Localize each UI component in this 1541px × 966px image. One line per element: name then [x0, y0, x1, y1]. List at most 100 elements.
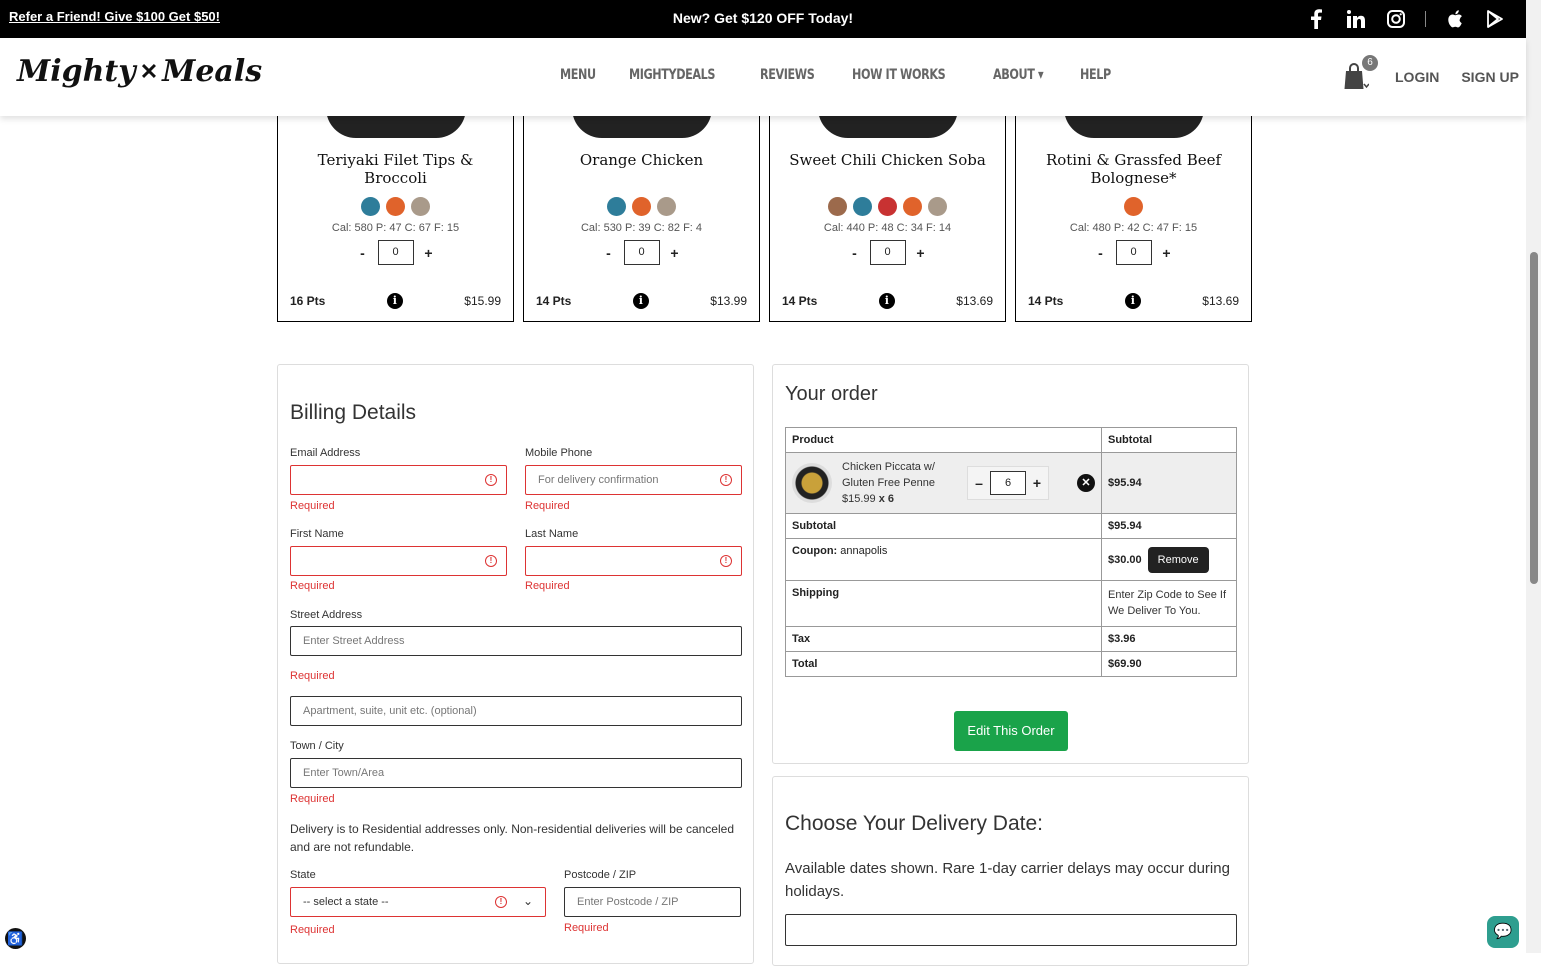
accessibility-icon[interactable]: ♿ — [5, 928, 26, 949]
product-grid: Teriyaki Filet Tips & Broccoli Cal: 580 P… — [277, 108, 1252, 322]
item-multiplier: x 6 — [878, 493, 895, 505]
state-select[interactable]: -- select a state -- ! ⌄ — [290, 887, 546, 917]
zip-placeholder: Enter Postcode / ZIP — [577, 896, 679, 908]
quantity-stepper: -0 + — [524, 240, 759, 265]
social-divider — [1425, 11, 1426, 27]
decrease-button[interactable]: - — [848, 245, 862, 261]
street-address-field[interactable]: Enter Street Address — [290, 626, 742, 656]
product-macros: Cal: 580 P: 47 C: 67 F: 15 — [331, 222, 460, 234]
nav-mightydeals[interactable]: MIGHTYDEALS — [629, 67, 715, 83]
refer-link[interactable]: Refer a Friend! Give $100 Get $50! — [9, 9, 220, 24]
scrollbar-thumb[interactable] — [1530, 252, 1538, 584]
increase-button[interactable]: + — [1026, 467, 1048, 499]
page-scrollbar[interactable] — [1526, 0, 1541, 953]
increase-button[interactable]: + — [668, 245, 682, 261]
diet-badge-icon — [657, 197, 676, 216]
order-table: Product Subtotal Chicken Piccata w/ Glut… — [785, 427, 1237, 677]
info-icon[interactable]: i — [386, 293, 403, 309]
increase-button[interactable]: + — [914, 245, 928, 261]
google-play-icon[interactable] — [1484, 8, 1506, 30]
nav-menu[interactable]: MENU — [560, 67, 596, 83]
state-label: State — [290, 869, 316, 881]
quantity-input[interactable]: 0 — [377, 240, 414, 265]
diet-badge-icon — [632, 197, 651, 216]
your-order-panel: Your order Product Subtotal Chicken Picc… — [772, 364, 1249, 764]
diet-icons — [524, 197, 759, 216]
quantity-input[interactable]: 0 — [1115, 240, 1152, 265]
email-field[interactable]: ! — [290, 465, 507, 495]
street-required: Required — [290, 670, 335, 682]
quantity-stepper: -0 + — [770, 240, 1005, 265]
delivery-date-field[interactable] — [785, 914, 1237, 946]
instagram-icon[interactable] — [1385, 8, 1407, 30]
coupon-code: annapolis — [840, 545, 888, 557]
cart-count-badge: 6 — [1362, 55, 1378, 71]
increase-button[interactable]: + — [1160, 245, 1174, 261]
product-card: Orange Chicken Cal: 530 P: 39 C: 82 F: 4 -… — [523, 108, 760, 322]
first-name-required: Required — [290, 580, 335, 592]
item-unit-price: $15.99 — [842, 493, 876, 505]
decrease-button[interactable]: - — [602, 245, 616, 261]
nav-reviews[interactable]: REVIEWS — [760, 67, 815, 83]
nav-how-it-works[interactable]: HOW IT WORKS — [852, 67, 946, 83]
info-icon[interactable]: i — [1124, 293, 1141, 309]
facebook-icon[interactable] — [1305, 8, 1327, 30]
last-name-field[interactable]: ! — [525, 546, 742, 576]
product-name[interactable]: Rotini & Grassfed Beef Bolognese* — [1024, 151, 1243, 187]
chat-icon[interactable]: 💬 — [1487, 916, 1519, 948]
product-card: Rotini & Grassfed Beef Bolognese* Cal: 48… — [1015, 108, 1252, 322]
item-description: Chicken Piccata w/ Gluten Free Penne $15… — [842, 459, 937, 507]
product-name[interactable]: Orange Chicken — [532, 151, 751, 169]
col-product-header: Product — [785, 427, 1102, 453]
site-header: Mighty ✕ Meals MENU MIGHTYDEALS REVIEWS … — [0, 38, 1526, 116]
town-label: Town / City — [290, 740, 344, 752]
first-name-field[interactable]: ! — [290, 546, 507, 576]
diet-badge-icon — [878, 197, 897, 216]
site-logo[interactable]: Mighty ✕ Meals — [17, 54, 262, 89]
zip-field[interactable]: Enter Postcode / ZIP — [564, 887, 741, 917]
points: 14 Pts — [536, 294, 572, 308]
product-macros: Cal: 440 P: 48 C: 34 F: 14 — [823, 222, 952, 234]
login-link[interactable]: LOGIN — [1395, 69, 1439, 85]
increase-button[interactable]: + — [422, 245, 436, 261]
decrease-button[interactable]: – — [968, 467, 990, 499]
last-name-required: Required — [525, 580, 570, 592]
cart-button[interactable]: 6 — [1343, 55, 1378, 92]
remove-item-icon[interactable]: ✕ — [1077, 474, 1095, 492]
quantity-input[interactable]: 6 — [990, 471, 1026, 495]
remove-coupon-button[interactable]: Remove — [1147, 546, 1209, 573]
card-footer: 16 Pts i $15.99 — [290, 293, 501, 309]
quantity-input[interactable]: 0 — [623, 240, 660, 265]
diet-badge-icon — [386, 197, 405, 216]
col-subtotal-header: Subtotal — [1101, 427, 1237, 453]
product-name[interactable]: Sweet Chili Chicken Soba — [778, 151, 997, 169]
quantity-input[interactable]: 0 — [869, 240, 906, 265]
decrease-button[interactable]: - — [356, 245, 370, 261]
decrease-button[interactable]: - — [1094, 245, 1108, 261]
chevron-down-icon: ⌄ — [522, 894, 533, 908]
info-icon[interactable]: i — [878, 293, 895, 309]
social-links — [1305, 8, 1506, 30]
zip-label: Postcode / ZIP — [564, 869, 637, 881]
mobile-field[interactable]: For delivery confirmation! — [525, 465, 742, 495]
nav-help[interactable]: HELP — [1080, 67, 1111, 83]
product-name[interactable]: Teriyaki Filet Tips & Broccoli — [286, 151, 505, 187]
top-promo-bar: Refer a Friend! Give $100 Get $50! New? … — [0, 0, 1526, 38]
town-field[interactable]: Enter Town/Area — [290, 758, 742, 788]
info-icon[interactable]: i — [632, 293, 649, 309]
nav-about[interactable]: ABOUT ▾ — [993, 67, 1044, 83]
error-icon: ! — [495, 896, 507, 908]
town-required: Required — [290, 793, 335, 805]
diet-icons — [1016, 197, 1251, 216]
signup-link[interactable]: SIGN UP — [1461, 69, 1519, 85]
product-thumbnail — [792, 463, 832, 503]
apartment-field[interactable]: Apartment, suite, unit etc. (optional) — [290, 696, 742, 726]
points: 16 Pts — [290, 294, 326, 308]
price: $15.99 — [464, 294, 501, 308]
edit-order-button[interactable]: Edit This Order — [954, 711, 1068, 751]
diet-badge-icon — [928, 197, 947, 216]
diet-badge-icon — [607, 197, 626, 216]
apple-icon[interactable] — [1444, 8, 1466, 30]
linkedin-icon[interactable] — [1345, 8, 1367, 30]
first-name-label: First Name — [290, 528, 344, 540]
